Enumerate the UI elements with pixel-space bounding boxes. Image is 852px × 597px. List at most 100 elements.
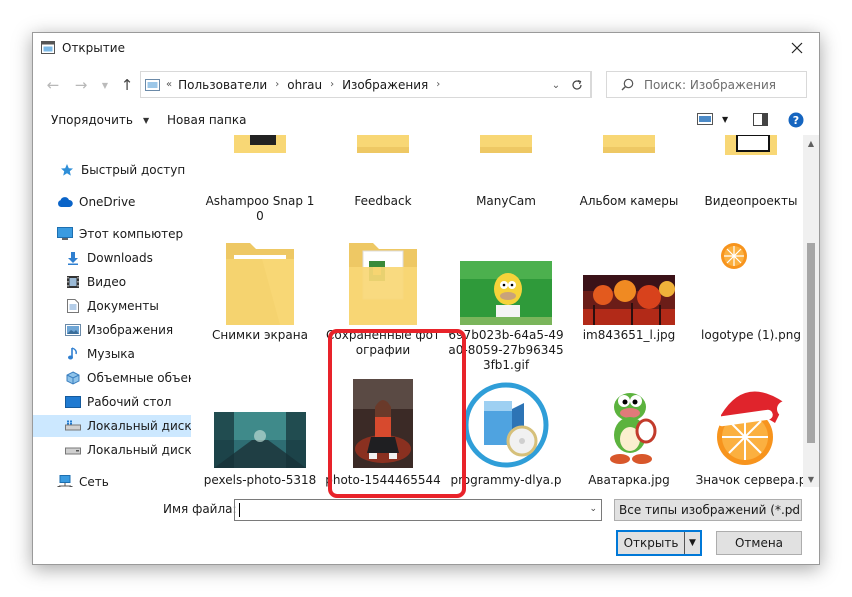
close-button[interactable] <box>775 33 819 63</box>
refresh-button[interactable] <box>563 71 592 98</box>
breadcrumb-separator-icon[interactable]: › <box>436 79 440 90</box>
open-options-button[interactable]: ▼ <box>684 532 700 554</box>
breadcrumb: « Пользователи › ohrau › Изображения › <box>166 78 448 92</box>
sidebar-item-local-disk-d[interactable]: Локальный диск (D:) <box>33 439 191 461</box>
arrow-up-icon: ↑ <box>120 76 134 94</box>
folder-thumbnail <box>202 135 318 153</box>
cloud-icon <box>57 194 73 210</box>
sidebar-item-pictures[interactable]: Изображения <box>33 319 191 341</box>
up-button[interactable]: ↑ <box>117 75 137 95</box>
navigation-pane: Быстрый доступ OneDrive Этот компьютер D… <box>33 139 191 487</box>
folder-thumbnail <box>571 135 687 153</box>
folder-thumbnail <box>448 135 564 153</box>
file-name: Ashampoo Snap 10 <box>205 194 315 223</box>
network-icon <box>57 474 73 487</box>
scroll-up-button[interactable]: ▲ <box>803 135 819 151</box>
breadcrumb-item[interactable]: Пользователи <box>178 78 267 92</box>
breadcrumb-separator-icon[interactable]: › <box>275 79 279 90</box>
download-icon <box>65 250 81 266</box>
image-thumbnail <box>202 412 318 468</box>
scroll-down-button[interactable]: ▼ <box>803 471 819 487</box>
navigation-bar: ← → ▼ ↑ « Пользователи › ohrau › Изображ… <box>33 67 819 101</box>
sidebar-item-label: Этот компьютер <box>79 227 184 241</box>
sidebar-item-local-disk-c[interactable]: Локальный диск (C:) <box>33 415 191 437</box>
open-button[interactable]: Открыть ▼ <box>616 530 702 556</box>
window-title: Открытие <box>62 41 125 55</box>
open-button-label: Открыть <box>623 536 679 550</box>
star-icon <box>59 162 75 178</box>
drive-icon <box>65 418 81 434</box>
file-name: Feedback <box>354 194 412 208</box>
chevron-down-icon: ⌄ <box>551 79 561 91</box>
sidebar-item-documents[interactable]: Документы <box>33 295 191 317</box>
search-input[interactable]: Поиск: Изображения <box>606 71 807 98</box>
sidebar-item-onedrive[interactable]: OneDrive <box>33 191 191 213</box>
address-bar[interactable]: « Пользователи › ohrau › Изображения › <box>140 71 591 98</box>
view-options-button[interactable]: ▼ <box>697 113 728 125</box>
video-icon <box>65 274 81 290</box>
preview-pane-button[interactable] <box>753 113 768 126</box>
image-thumbnail <box>693 241 803 325</box>
sidebar-item-music[interactable]: Музыка <box>33 343 191 365</box>
filename-input[interactable]: ⌄ <box>234 499 602 521</box>
close-icon <box>791 42 803 54</box>
sidebar-item-3d-objects[interactable]: Объемные объекты <box>33 367 191 389</box>
3d-objects-icon <box>65 370 81 386</box>
sidebar-item-label: OneDrive <box>79 195 136 209</box>
sidebar-item-downloads[interactable]: Downloads <box>33 247 191 269</box>
organize-label: Упорядочить <box>51 113 133 127</box>
sidebar-item-label: Быстрый доступ <box>81 163 186 177</box>
sidebar-item-label: Сеть <box>79 475 109 487</box>
file-name: ManyCam <box>476 194 536 208</box>
caret-down-icon: ▼ <box>807 474 815 484</box>
sidebar-item-video[interactable]: Видео <box>33 271 191 293</box>
breadcrumb-item[interactable]: Изображения <box>342 78 428 92</box>
drive-icon <box>65 442 81 458</box>
vertical-scrollbar[interactable]: ▲ ▼ <box>803 135 819 487</box>
breadcrumb-item[interactable]: ohrau <box>287 78 322 92</box>
chevron-down-icon[interactable]: ⌄ <box>589 504 597 514</box>
breadcrumb-overflow-icon[interactable]: « <box>166 79 172 90</box>
caret-down-icon: ▼ <box>142 115 150 125</box>
breadcrumb-separator-icon[interactable]: › <box>330 79 334 90</box>
file-type-select[interactable]: Все типы изображений (*.pdn ⌄ <box>614 499 802 521</box>
image-thumbnail <box>571 275 687 325</box>
file-list: Ashampoo Snap 10 Feedback ManyCam Альбом… <box>199 135 803 487</box>
file-name: logotype (1).png <box>701 328 801 342</box>
file-name: Видеопроекты <box>704 194 798 208</box>
sidebar-item-label: Downloads <box>87 251 153 265</box>
sidebar-item-desktop[interactable]: Рабочий стол <box>33 391 191 413</box>
sidebar-item-label: Объемные объекты <box>87 371 191 385</box>
sidebar-item-quick-access[interactable]: Быстрый доступ <box>33 159 191 181</box>
preview-pane-icon <box>753 113 768 126</box>
image-thumbnail <box>571 379 687 468</box>
file-name: im843651_l.jpg <box>582 328 676 342</box>
new-folder-label: Новая папка <box>167 113 247 127</box>
sidebar-item-label: Музыка <box>87 347 135 361</box>
recent-locations-button[interactable]: ▼ <box>95 75 115 95</box>
scrollbar-thumb[interactable] <box>807 243 815 443</box>
file-name: Аватарка.jpg <box>588 473 670 487</box>
forward-button[interactable]: → <box>71 75 91 95</box>
sidebar-item-network[interactable]: Сеть <box>33 471 191 487</box>
desktop-icon <box>65 394 81 410</box>
highlight-box <box>328 329 466 498</box>
view-mode-icon <box>697 113 713 125</box>
organize-button[interactable]: Упорядочить ▼ <box>51 113 149 127</box>
caret-up-icon: ▲ <box>807 138 815 148</box>
location-icon <box>145 78 160 91</box>
folder-thumbnail <box>202 239 318 325</box>
caret-down-icon: ▼ <box>722 114 729 124</box>
back-button[interactable]: ← <box>43 75 63 95</box>
new-folder-button[interactable]: Новая папка <box>167 113 246 127</box>
sidebar-item-this-pc[interactable]: Этот компьютер <box>33 223 191 245</box>
sidebar-item-label: Рабочий стол <box>87 395 172 409</box>
help-button[interactable]: ? <box>788 112 804 128</box>
image-thumbnail <box>448 261 564 325</box>
file-type-value: Все типы изображений (*.pdn <box>619 503 802 517</box>
folder-thumbnail <box>693 135 803 155</box>
document-icon <box>65 298 81 314</box>
cancel-button[interactable]: Отмена <box>716 531 802 555</box>
toolbar: Упорядочить ▼ Новая папка ▼ ? <box>33 107 819 135</box>
pictures-icon <box>65 322 81 338</box>
